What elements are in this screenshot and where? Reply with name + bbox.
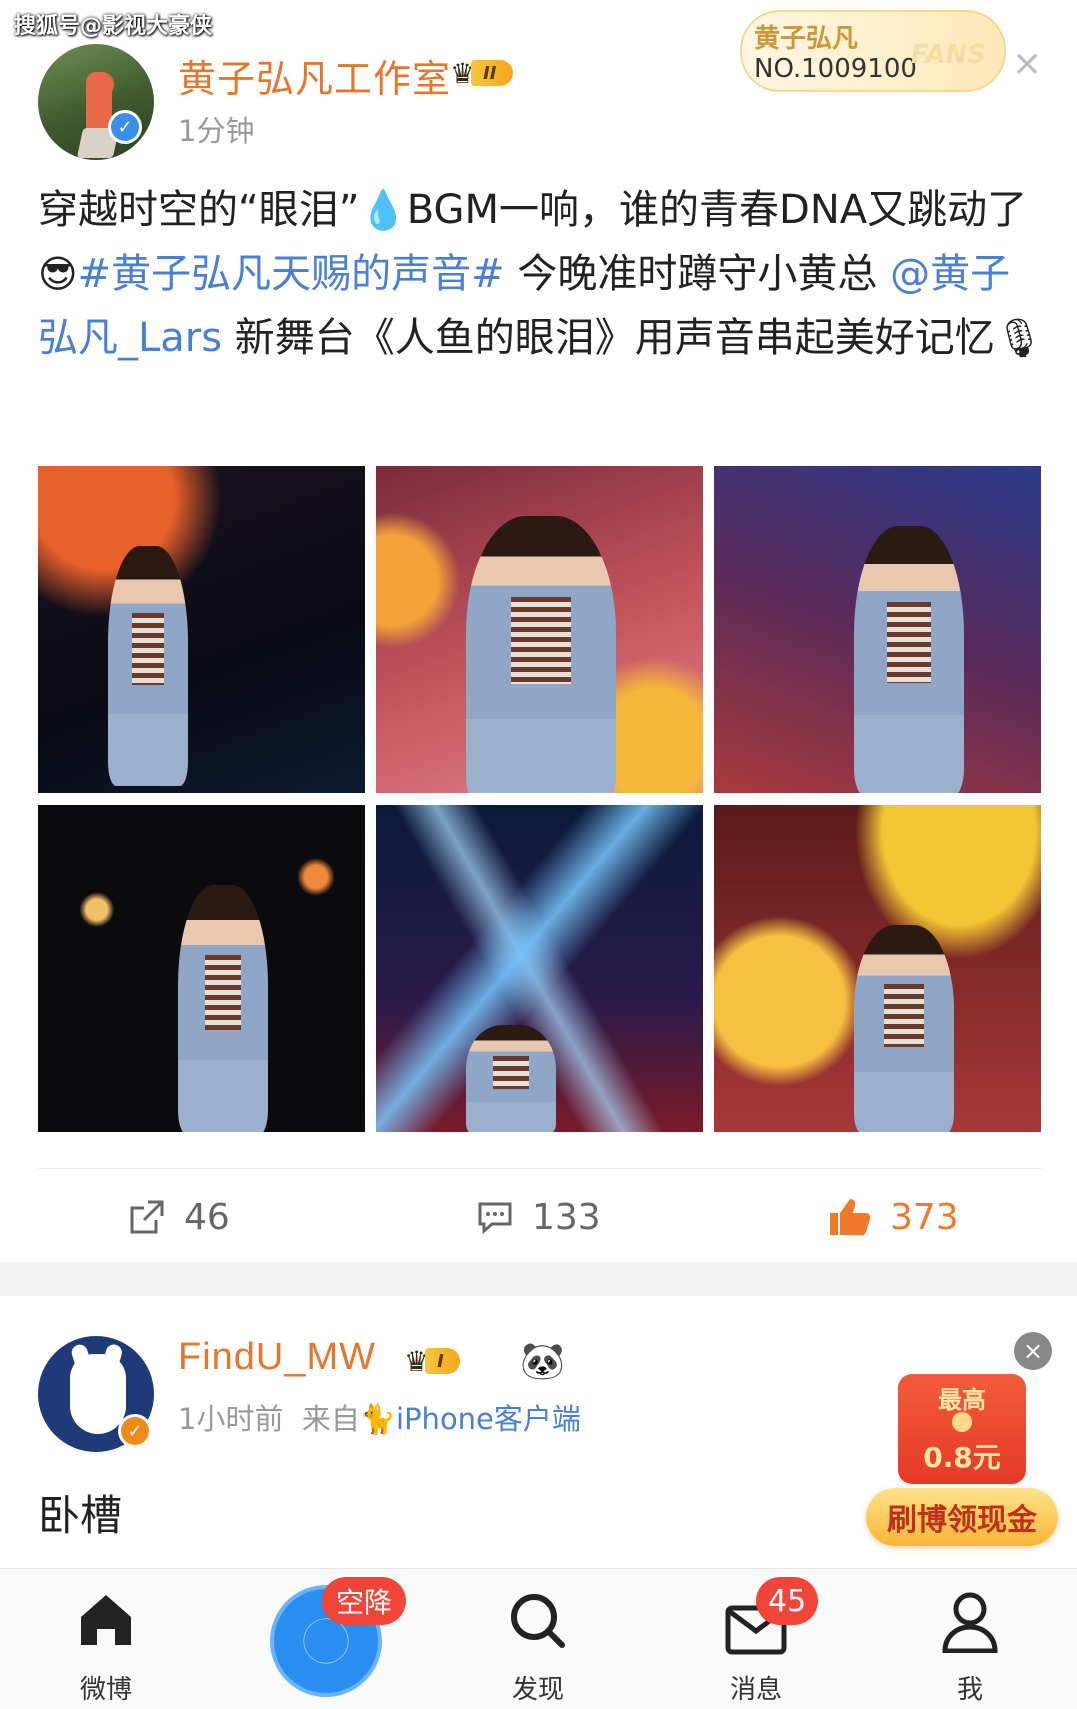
tab-discover[interactable]: 发现 — [468, 1569, 608, 1709]
droplet-icon: 💧 — [359, 188, 407, 232]
verified-icon: ✓ — [118, 1414, 152, 1448]
hashtag-link[interactable]: #黄子弘凡天赐的声音# — [78, 251, 505, 297]
photo-1[interactable] — [38, 466, 365, 793]
share-icon — [130, 1200, 164, 1234]
feed-separator — [0, 1262, 1077, 1296]
bottom-tab-bar: 微博 空降 发现 消息 45 我 — [0, 1568, 1077, 1709]
panda-icon: 🐼 — [520, 1341, 565, 1382]
fans-badge-number: NO.1009100 — [754, 54, 917, 84]
like-button[interactable]: 373 — [828, 1195, 959, 1239]
fans-badge-name: 黄子弘凡 — [754, 24, 859, 54]
username[interactable]: 黄子弘凡工作室 — [178, 48, 451, 103]
member-level-badge[interactable]: ♛ II — [450, 56, 513, 90]
red-packet-promo[interactable]: 最高 0.8元 — [898, 1374, 1026, 1484]
fans-badge-word: FANS — [910, 40, 986, 70]
photo-2[interactable] — [376, 466, 703, 793]
photo-5[interactable] — [376, 805, 703, 1132]
tab-me[interactable]: 我 — [900, 1569, 1040, 1709]
post-time-source: 1小时前 来自🐈iPhone客户端 — [178, 1402, 581, 1436]
photo-3[interactable] — [714, 466, 1041, 793]
comment-icon — [478, 1202, 512, 1235]
fans-badge[interactable]: 黄子弘凡 NO.1009100 FANS — [740, 10, 1006, 92]
photo-6[interactable] — [714, 805, 1041, 1132]
close-icon[interactable]: × — [1014, 1332, 1052, 1370]
home-icon — [81, 1595, 131, 1645]
post-card[interactable]: ✓ FindU_MW ♛ I 🐼 1小时前 来自🐈iPhone客户端 卧槽 × … — [0, 1296, 1077, 1568]
source-link[interactable]: 🐈iPhone客户端 — [360, 1402, 581, 1436]
sunglasses-icon: 😎 — [38, 252, 78, 296]
repost-button[interactable]: 46 — [128, 1195, 230, 1239]
post-body: 穿越时空的“眼泪”💧BGM一响，谁的青春DNA又跳动了😎#黄子弘凡天赐的声音# … — [38, 187, 1044, 361]
photo-4[interactable] — [38, 805, 365, 1132]
drop-badge: 空降 — [322, 1577, 407, 1625]
verified-icon: ✓ — [108, 110, 142, 144]
post-card[interactable]: ✓ 黄子弘凡工作室 ♛ II 1分钟 黄子弘凡 NO.1009100 FANS … — [0, 0, 1077, 1262]
username[interactable]: FindU_MW — [178, 1336, 376, 1379]
messages-count-badge: 45 — [756, 1577, 819, 1625]
photo-grid — [38, 466, 1042, 1132]
tab-home[interactable]: 微博 — [36, 1569, 176, 1709]
claim-cash-button[interactable]: 刷博领现金 — [866, 1488, 1058, 1546]
member-level-badge[interactable]: ♛ I — [404, 1344, 460, 1378]
comment-button[interactable]: 133 — [476, 1195, 601, 1239]
watermark: 搜狐号@影视大豪侠 — [14, 14, 213, 39]
action-bar: 46 133 373 — [38, 1168, 1042, 1258]
post-body: 卧槽 — [38, 1491, 123, 1540]
post-time: 1分钟 — [178, 114, 255, 148]
microphone-icon: 🎙 — [994, 316, 1044, 360]
avatar[interactable] — [38, 44, 154, 160]
close-icon[interactable]: × — [1012, 46, 1042, 82]
thumbs-up-icon — [830, 1199, 871, 1235]
user-icon — [942, 1592, 998, 1653]
search-icon — [511, 1594, 565, 1648]
